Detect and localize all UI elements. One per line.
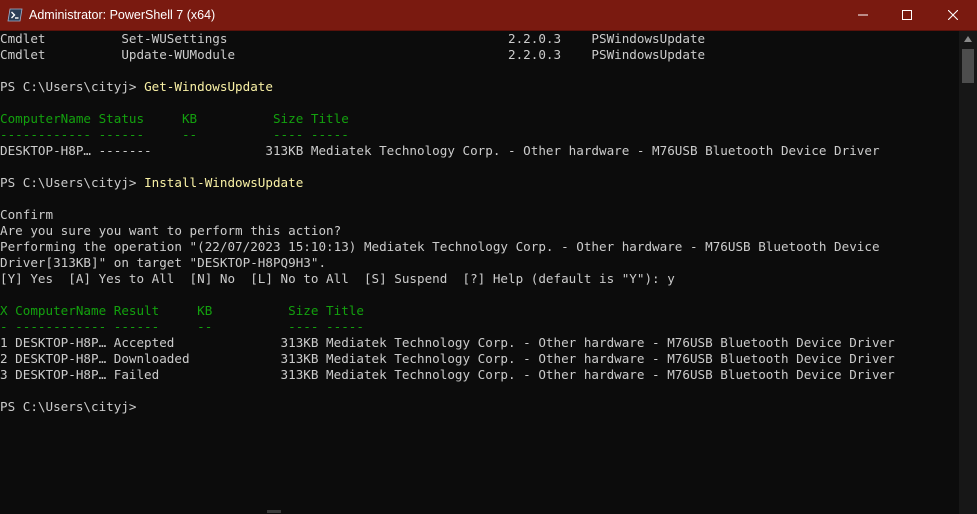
table-header: ComputerName Status KB Size Title (0, 111, 349, 126)
table-row: 1 DESKTOP-H8P… Accepted 313KB Mediatek T… (0, 335, 895, 350)
table-header: X ComputerName Result KB Size Title (0, 303, 364, 318)
command-text: Get-WindowsUpdate (144, 79, 273, 94)
prompt: PS C:\Users\cityj> (0, 79, 145, 94)
table-row: 2 DESKTOP-H8P… Downloaded 313KB Mediatek… (0, 351, 895, 366)
maximize-button[interactable] (884, 0, 930, 30)
close-icon (948, 10, 958, 20)
chevron-up-icon (964, 36, 972, 42)
confirm-title: Confirm (0, 207, 54, 222)
table-row: DESKTOP-H8P… ------- 313KB Mediatek Tech… (0, 143, 880, 158)
terminal-prompt-line: PS C:\Users\cityj> Get-WindowsUpdate (0, 79, 273, 95)
terminal-output[interactable]: Cmdlet Set-WUSettings 2.2.0.3 PSWindowsU… (0, 31, 959, 514)
minimize-button[interactable] (840, 0, 886, 30)
table-row: 3 DESKTOP-H8P… Failed 313KB Mediatek Tec… (0, 367, 895, 382)
window-title: Administrator: PowerShell 7 (x64) (29, 8, 216, 22)
close-button[interactable] (930, 0, 976, 30)
terminal-prompt-line: PS C:\Users\cityj> Install-WindowsUpdate (0, 175, 303, 191)
confirm-operation: Performing the operation "(22/07/2023 15… (0, 239, 880, 254)
table-separator: - ------------ ------ -- ---- ----- (0, 319, 364, 334)
confirm-target: Driver[313KB]" on target "DESKTOP-H8PQ9H… (0, 255, 327, 270)
maximize-icon (902, 10, 912, 20)
confirm-question: Are you sure you want to perform this ac… (0, 223, 342, 238)
terminal-line: Cmdlet Set-WUSettings 2.2.0.3 PSWindowsU… (0, 31, 706, 46)
command-text: Install-WindowsUpdate (144, 175, 304, 190)
prompt: PS C:\Users\cityj> (0, 175, 145, 190)
powershell-icon (7, 8, 23, 22)
confirm-choices: [Y] Yes [A] Yes to All [N] No [L] No to … (0, 271, 675, 286)
scroll-up-button[interactable] (959, 31, 977, 47)
terminal-line: Cmdlet Update-WUModule 2.2.0.3 PSWindows… (0, 47, 706, 62)
title-bar[interactable]: Administrator: PowerShell 7 (x64) (0, 0, 977, 31)
scrollbar-thumb[interactable] (962, 49, 974, 83)
resize-grip[interactable] (267, 510, 281, 513)
terminal-prompt-line: PS C:\Users\cityj> (0, 399, 137, 414)
vertical-scrollbar[interactable] (959, 31, 977, 514)
minimize-icon (858, 14, 868, 16)
table-separator: ------------ ------ -- ---- ----- (0, 127, 349, 142)
